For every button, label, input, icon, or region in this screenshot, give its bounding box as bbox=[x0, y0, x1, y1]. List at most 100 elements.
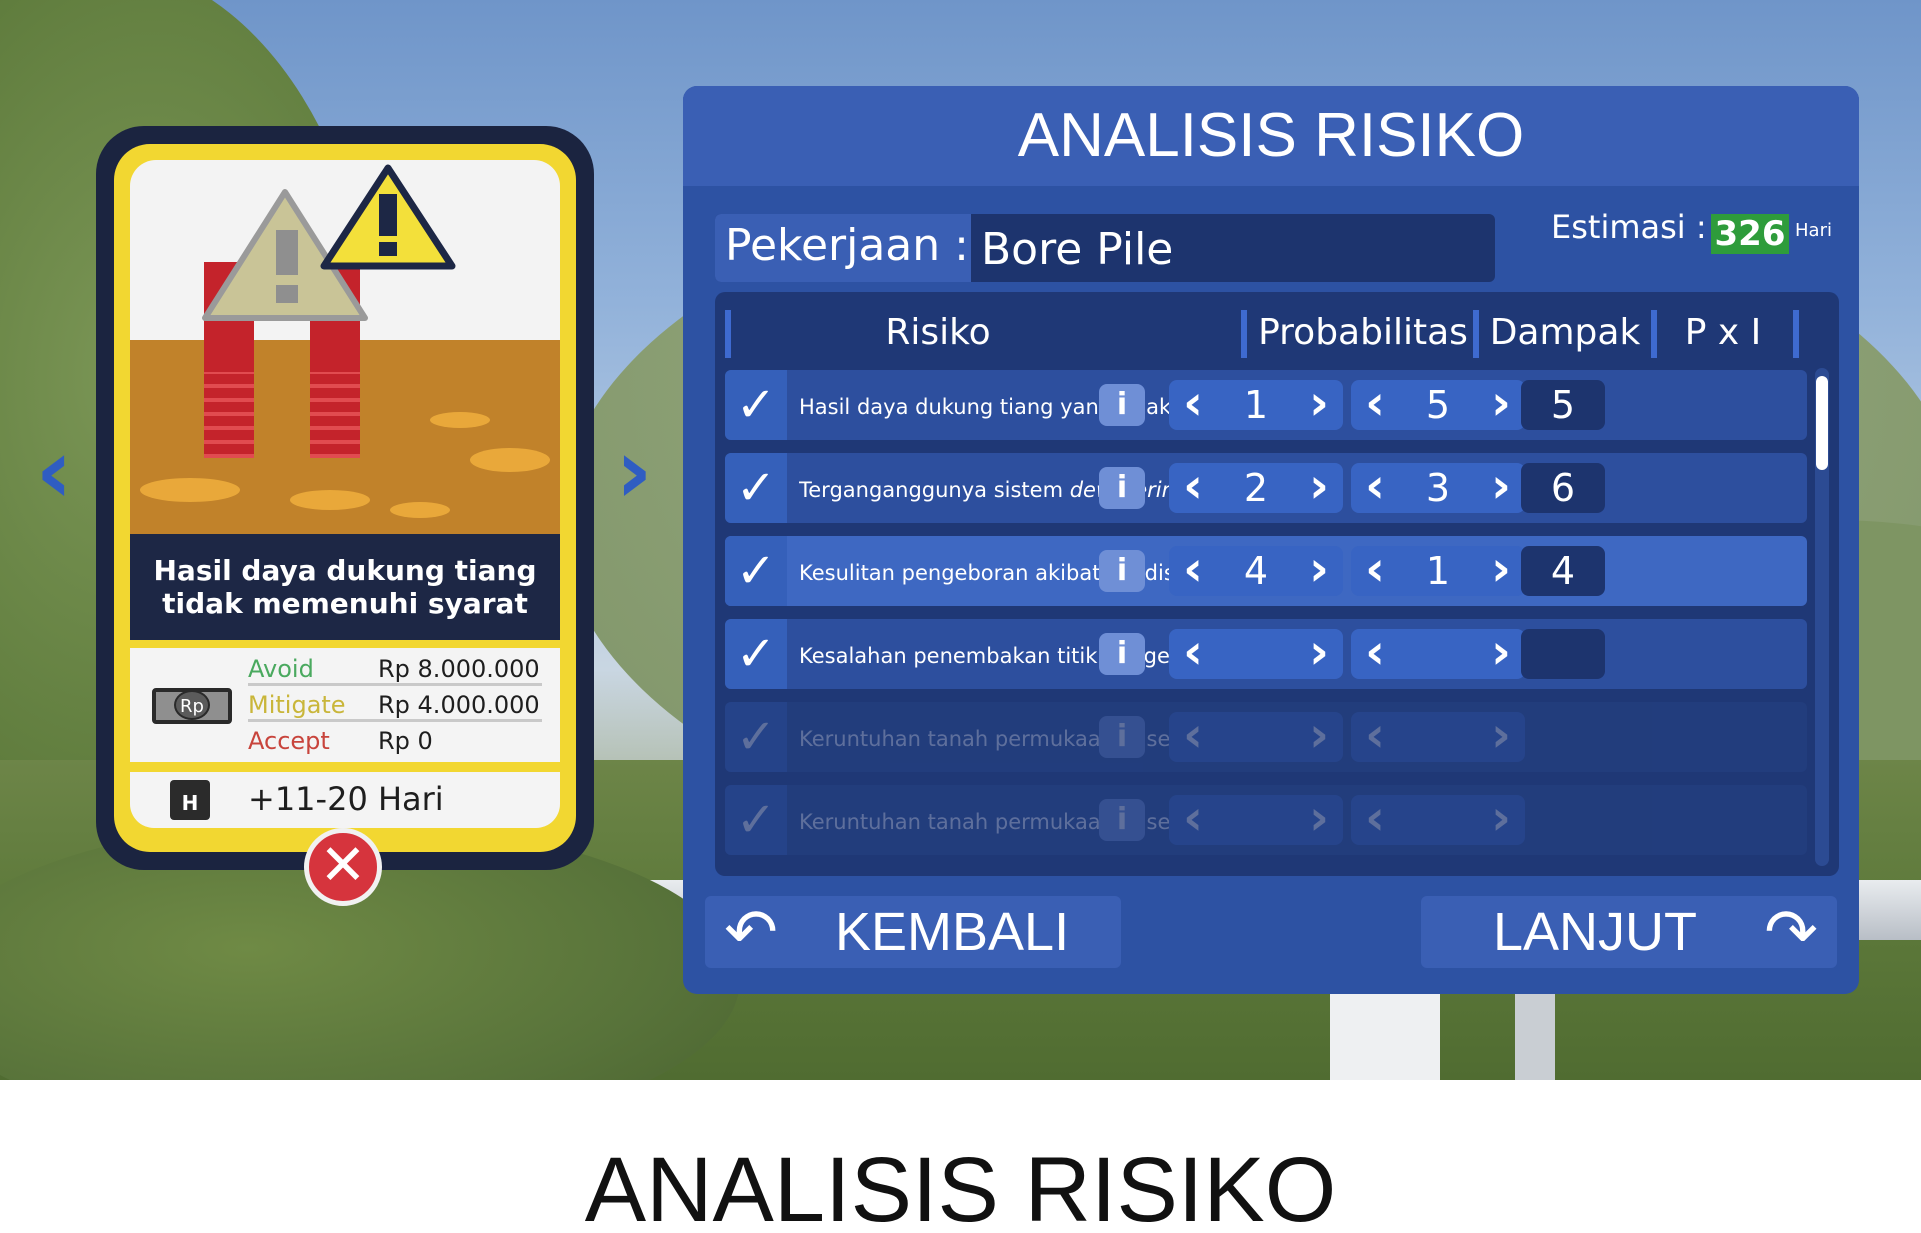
job-label: Pekerjaan : bbox=[715, 214, 971, 282]
increment-chevron-icon[interactable]: › bbox=[1299, 628, 1339, 679]
chevron-right-icon[interactable]: › bbox=[604, 427, 664, 517]
impact-stepper: ‹ › bbox=[1351, 707, 1525, 763]
decrement-chevron-icon: ‹ bbox=[1365, 707, 1385, 763]
pxi-value: 4 bbox=[1521, 546, 1605, 596]
increment-chevron-icon[interactable]: › bbox=[1299, 545, 1339, 596]
impact-stepper[interactable]: ‹ 1 › bbox=[1351, 545, 1525, 596]
next-button[interactable]: LANJUT ↷ bbox=[1421, 896, 1837, 968]
risk-card: Hasil daya dukung tiang tidak memenuhi s… bbox=[96, 126, 594, 870]
probability-value bbox=[1213, 795, 1299, 845]
decrement-chevron-icon[interactable]: ‹ bbox=[1173, 462, 1213, 513]
info-icon[interactable]: i bbox=[1099, 384, 1145, 426]
checkmark-icon: ✓ bbox=[725, 785, 787, 855]
probability-value: 1 bbox=[1243, 383, 1269, 427]
pxi-value: 5 bbox=[1521, 380, 1605, 430]
probability-value bbox=[1213, 712, 1299, 762]
impact-value: 3 bbox=[1425, 466, 1451, 510]
checkmark-icon[interactable]: ✓ bbox=[725, 536, 787, 606]
probability-stepper: ‹ › bbox=[1169, 794, 1343, 845]
header-pxi: P x I bbox=[1684, 312, 1762, 353]
header-divider bbox=[1241, 310, 1247, 358]
impact-value bbox=[1395, 712, 1481, 762]
probability-stepper[interactable]: ‹ › bbox=[1169, 628, 1343, 679]
decrement-chevron-icon: ‹ bbox=[1183, 707, 1203, 763]
probability-stepper[interactable]: ‹ 2 › bbox=[1169, 462, 1343, 513]
decrement-chevron-icon[interactable]: ‹ bbox=[1355, 462, 1395, 513]
decrement-chevron-icon[interactable]: ‹ bbox=[1355, 545, 1395, 596]
panel-title: ANALISIS RISIKO bbox=[683, 86, 1859, 186]
impact-value bbox=[1395, 795, 1481, 845]
decrement-chevron-icon[interactable]: ‹ bbox=[1355, 628, 1395, 679]
risk-table: Risiko Probabilitas Dampak P x I ✓ Hasil … bbox=[715, 292, 1839, 876]
header-impact: Dampak bbox=[1489, 312, 1641, 353]
cost-label: Accept bbox=[248, 727, 330, 755]
decrement-chevron-icon[interactable]: ‹ bbox=[1173, 379, 1213, 430]
job-value: Bore Pile bbox=[981, 224, 1174, 275]
close-x-icon[interactable]: ✕ bbox=[304, 828, 382, 906]
probability-value: 2 bbox=[1243, 466, 1269, 510]
info-icon[interactable]: i bbox=[1099, 467, 1145, 509]
impact-value bbox=[1395, 629, 1481, 679]
decrement-chevron-icon[interactable]: ‹ bbox=[1173, 545, 1213, 596]
info-icon: i bbox=[1099, 799, 1145, 841]
calendar-icon: H bbox=[170, 780, 210, 820]
risk-row[interactable]: ✓Terganganggunya sistem dewateringi‹2›‹3… bbox=[725, 453, 1807, 523]
back-arrow-icon: ↶ bbox=[724, 896, 778, 968]
increment-chevron-icon: › bbox=[1491, 790, 1511, 846]
checkmark-icon[interactable]: ✓ bbox=[725, 619, 787, 689]
decrement-chevron-icon[interactable]: ‹ bbox=[1355, 379, 1395, 430]
bridge-pillar bbox=[1515, 990, 1555, 1080]
impact-value: 5 bbox=[1425, 383, 1451, 427]
increment-chevron-icon[interactable]: › bbox=[1481, 628, 1521, 679]
cost-row-accept: Accept Rp 0 bbox=[248, 724, 542, 758]
risk-card-frame: Hasil daya dukung tiang tidak memenuhi s… bbox=[114, 144, 576, 852]
bridge-pillar bbox=[1330, 990, 1440, 1080]
estimate-label: Estimasi : bbox=[1551, 208, 1707, 246]
info-icon: i bbox=[1099, 716, 1145, 758]
header-divider bbox=[1473, 310, 1479, 358]
risk-row[interactable]: ✓ Kesalahan penembakan titik pengebo i ‹ › ‹ › bbox=[725, 619, 1807, 689]
risk-time-value: +11-20 Hari bbox=[248, 780, 444, 818]
probability-value bbox=[1213, 629, 1299, 679]
chevron-left-icon[interactable]: ‹ bbox=[24, 427, 84, 517]
info-icon[interactable]: i bbox=[1099, 550, 1145, 592]
risk-card-title: Hasil daya dukung tiang tidak memenuhi s… bbox=[130, 534, 560, 640]
risk-row[interactable]: ✓ Hasil daya dukung tiang yang tidak m i ‹ 1… bbox=[725, 370, 1807, 440]
impact-stepper[interactable]: ‹ 3 › bbox=[1351, 462, 1525, 513]
estimate-unit: Hari bbox=[1795, 220, 1832, 241]
probability-stepper[interactable]: ‹ 4 › bbox=[1169, 545, 1343, 596]
probability-stepper[interactable]: ‹ 1 › bbox=[1169, 379, 1343, 430]
cost-label: Avoid bbox=[248, 655, 314, 683]
risk-cost-options: Rp Avoid Rp 8.000.000 Mitigate Rp 4.000.… bbox=[130, 648, 560, 762]
impact-value: 1 bbox=[1425, 549, 1451, 593]
cost-value: Rp 0 bbox=[378, 727, 433, 755]
increment-chevron-icon[interactable]: › bbox=[1481, 462, 1521, 513]
checkmark-icon: ✓ bbox=[725, 702, 787, 772]
risk-row[interactable]: ✓ Kesulitan pengeboran akibat kondisi t i ‹… bbox=[725, 536, 1807, 606]
job-field: Pekerjaan : Bore Pile bbox=[715, 214, 1495, 282]
checkmark-icon[interactable]: ✓ bbox=[725, 370, 787, 440]
next-label: LANJUT bbox=[1493, 902, 1698, 962]
probability-stepper: ‹ › bbox=[1169, 707, 1343, 763]
impact-stepper[interactable]: ‹ 5 › bbox=[1351, 379, 1525, 430]
increment-chevron-icon[interactable]: › bbox=[1299, 379, 1339, 430]
back-button[interactable]: ↶ KEMBALI bbox=[705, 896, 1121, 968]
info-icon[interactable]: i bbox=[1099, 633, 1145, 675]
scrollbar-thumb[interactable] bbox=[1816, 376, 1828, 470]
increment-chevron-icon[interactable]: › bbox=[1481, 379, 1521, 430]
checkmark-icon[interactable]: ✓ bbox=[725, 453, 787, 523]
cost-row-avoid: Avoid Rp 8.000.000 bbox=[248, 652, 542, 686]
increment-chevron-icon: › bbox=[1309, 707, 1329, 763]
figure-caption: ANALISIS RISIKO bbox=[584, 1139, 1337, 1233]
increment-chevron-icon[interactable]: › bbox=[1481, 545, 1521, 596]
cost-value: Rp 4.000.000 bbox=[378, 691, 540, 719]
increment-chevron-icon[interactable]: › bbox=[1299, 462, 1339, 513]
risk-time-row: H +11-20 Hari bbox=[130, 772, 560, 828]
cost-row-mitigate: Mitigate Rp 4.000.000 bbox=[248, 688, 542, 722]
header-divider bbox=[1651, 310, 1657, 358]
impact-stepper[interactable]: ‹ › bbox=[1351, 628, 1525, 679]
decrement-chevron-icon[interactable]: ‹ bbox=[1173, 628, 1213, 679]
warning-icon bbox=[202, 164, 456, 321]
pxi-value bbox=[1521, 629, 1605, 679]
next-arrow-icon: ↷ bbox=[1764, 896, 1818, 968]
